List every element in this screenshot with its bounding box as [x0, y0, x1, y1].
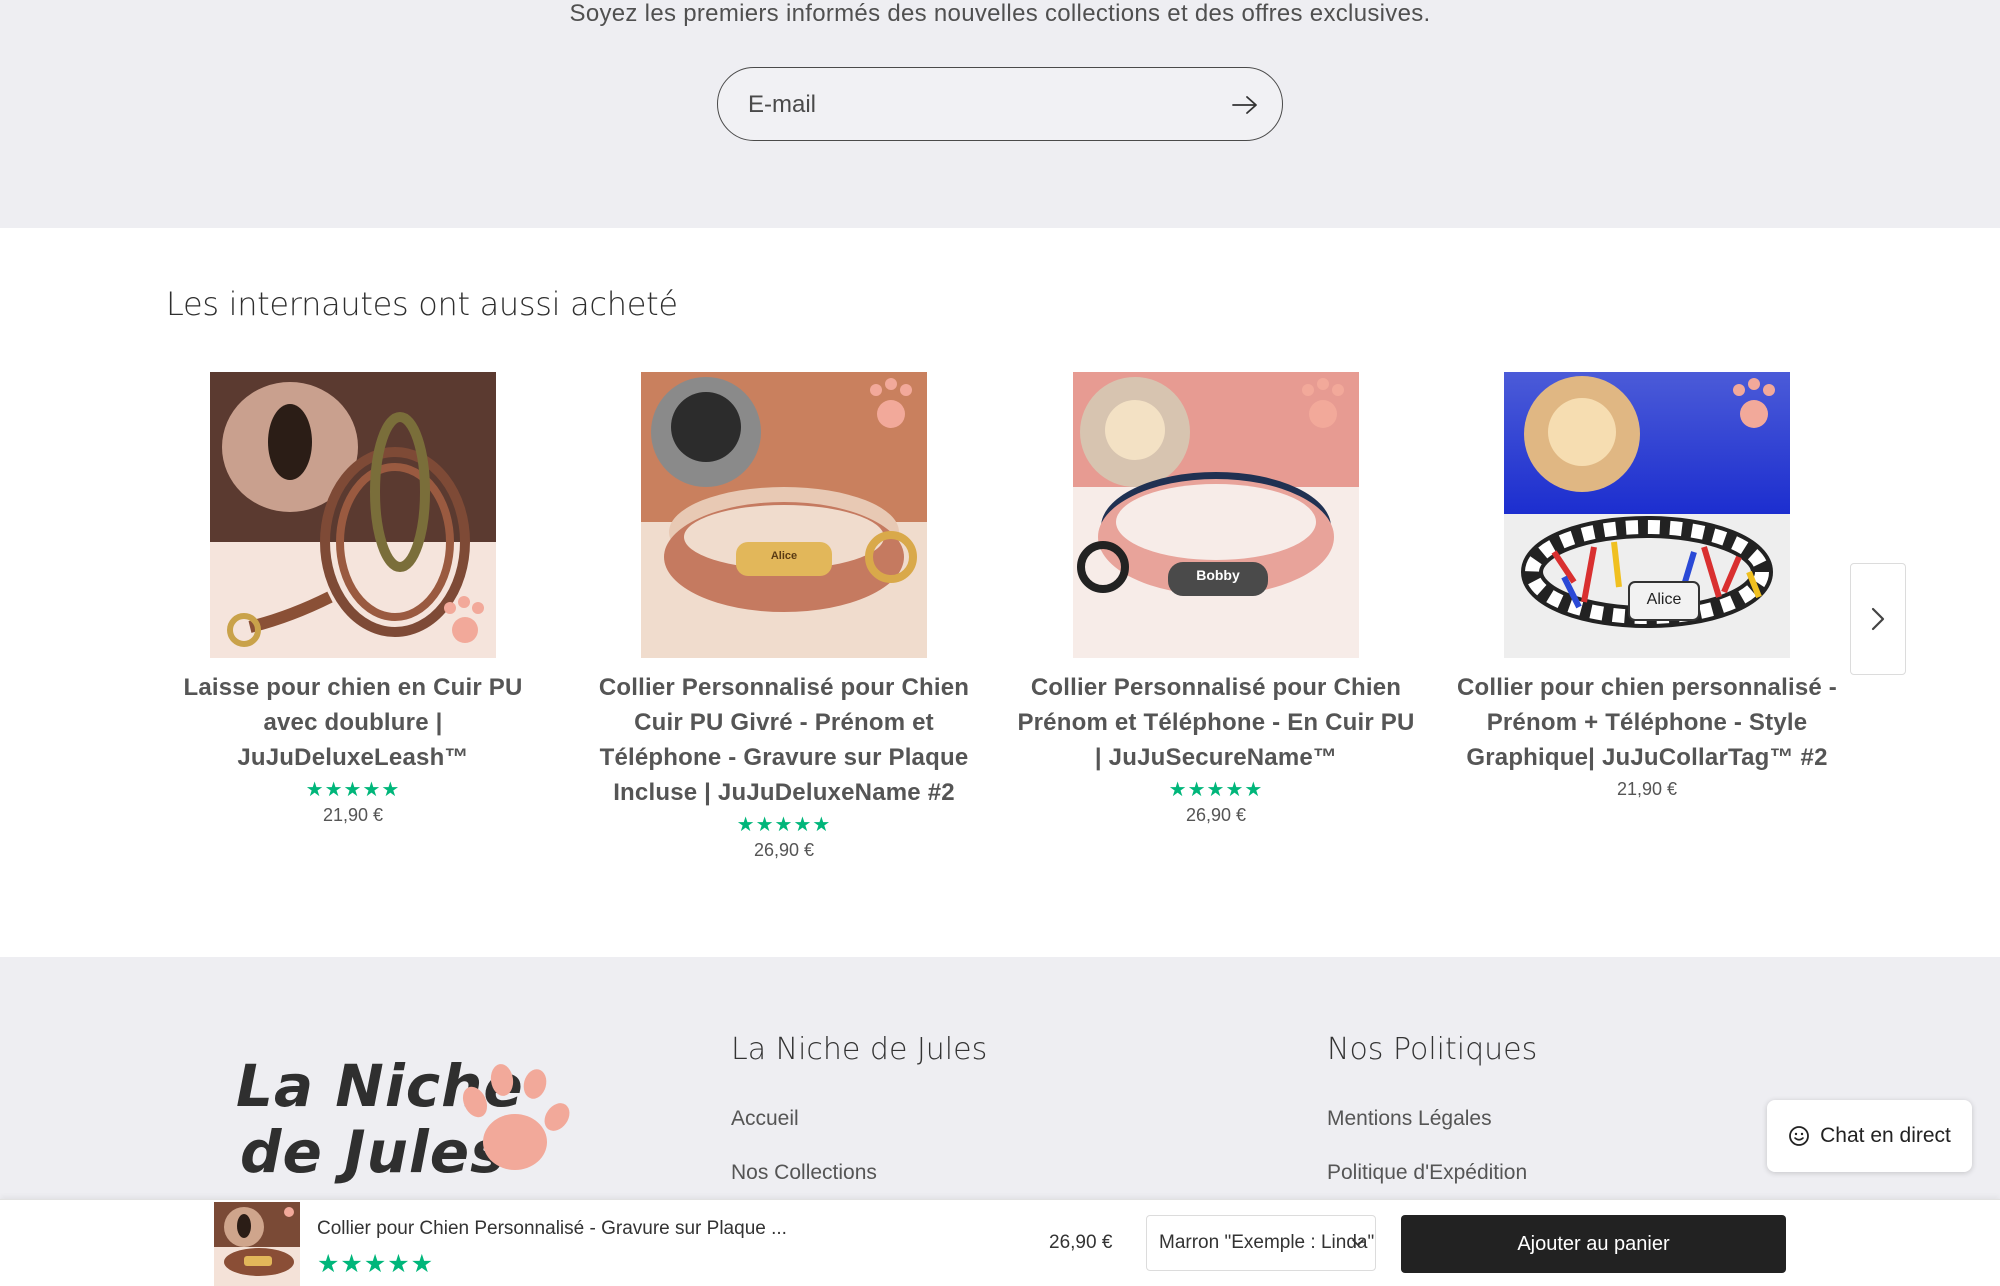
footer-link-mentions[interactable]: Mentions Légales	[1327, 1107, 1492, 1131]
product-name[interactable]: Collier Personnalisé pour Chien Prénom e…	[1016, 670, 1416, 775]
product-card[interactable]: Alice Collier Personnalisé pour Chien Cu…	[584, 372, 984, 861]
variant-select[interactable]: Marron "Exemple : Linda"	[1146, 1215, 1376, 1271]
recommendations-title: Les internautes ont aussi acheté	[166, 285, 678, 323]
footer-link-collections[interactable]: Nos Collections	[731, 1161, 877, 1185]
add-to-cart-button[interactable]: Ajouter au panier	[1401, 1215, 1786, 1273]
sticky-price: 26,90 €	[1049, 1232, 1113, 1253]
product-price: 26,90 €	[1185, 805, 1247, 825]
paw-icon	[462, 1064, 570, 1170]
rating-stars: ★★★★★	[1168, 779, 1264, 801]
live-chat-button[interactable]: Chat en direct	[1767, 1100, 1972, 1172]
product-image[interactable]: Alice	[641, 372, 927, 658]
store-logo[interactable]: La Niche de Jules	[232, 1052, 592, 1202]
tag-name: Alice	[1647, 591, 1682, 608]
sticky-product-title: Collier pour Chien Personnalisé - Gravur…	[317, 1218, 787, 1239]
smiley-icon	[1789, 1126, 1810, 1146]
product-name[interactable]: Laisse pour chien en Cuir PU avec doublu…	[153, 670, 553, 775]
product-card[interactable]: Bobby Collier Personnalisé pour Chien Pr…	[1016, 372, 1416, 826]
newsletter-section: Soyez les premiers informés des nouvelle…	[0, 0, 2000, 228]
footer-column-title: Nos Politiques	[1327, 1032, 1538, 1067]
variant-value: Marron "Exemple : Linda"	[1159, 1232, 1375, 1253]
email-field[interactable]	[717, 67, 1283, 141]
footer-link-expedition[interactable]: Politique d'Expédition	[1327, 1161, 1527, 1185]
rating-stars: ★★★★★	[736, 814, 832, 836]
submit-arrow-icon[interactable]	[1226, 86, 1264, 124]
collar-icon: Alice	[1504, 372, 1790, 658]
sticky-add-to-cart-bar: Collier pour Chien Personnalisé - Gravur…	[0, 1199, 2000, 1286]
newsletter-subtitle: Soyez les premiers informés des nouvelle…	[569, 0, 1431, 27]
footer-link-accueil[interactable]: Accueil	[731, 1107, 799, 1131]
collar-icon: Alice	[641, 372, 927, 658]
product-name[interactable]: Collier Personnalisé pour Chien Cuir PU …	[584, 670, 984, 810]
carousel-next-button[interactable]	[1850, 563, 1906, 675]
product-thumbnail	[214, 1202, 300, 1286]
rating-stars: ★★★★★	[317, 1250, 435, 1278]
email-input[interactable]	[748, 86, 1188, 124]
leash-icon	[210, 372, 496, 658]
footer-column-title: La Niche de Jules	[731, 1032, 988, 1067]
collar-icon: Bobby	[1073, 372, 1359, 658]
tag-name: Bobby	[1196, 567, 1240, 583]
product-price: 26,90 €	[753, 840, 815, 860]
chevron-down-icon	[1351, 1216, 1365, 1270]
chat-label: Chat en direct	[1820, 1124, 1951, 1147]
product-image[interactable]	[210, 372, 496, 658]
product-image[interactable]: Alice	[1504, 372, 1790, 658]
collar-icon	[214, 1202, 300, 1286]
product-price: 21,90 €	[322, 805, 384, 825]
product-image[interactable]: Bobby	[1073, 372, 1359, 658]
rating-stars: ★★★★★	[305, 779, 401, 801]
tag-name: Alice	[771, 550, 797, 562]
product-card[interactable]: Alice Collier pour chien personnalisé - …	[1447, 372, 1847, 800]
product-name[interactable]: Collier pour chien personnalisé - Prénom…	[1447, 670, 1847, 775]
chevron-right-icon	[1871, 607, 1885, 631]
product-card[interactable]: Laisse pour chien en Cuir PU avec doublu…	[153, 372, 553, 826]
product-price: 21,90 €	[1616, 779, 1678, 799]
